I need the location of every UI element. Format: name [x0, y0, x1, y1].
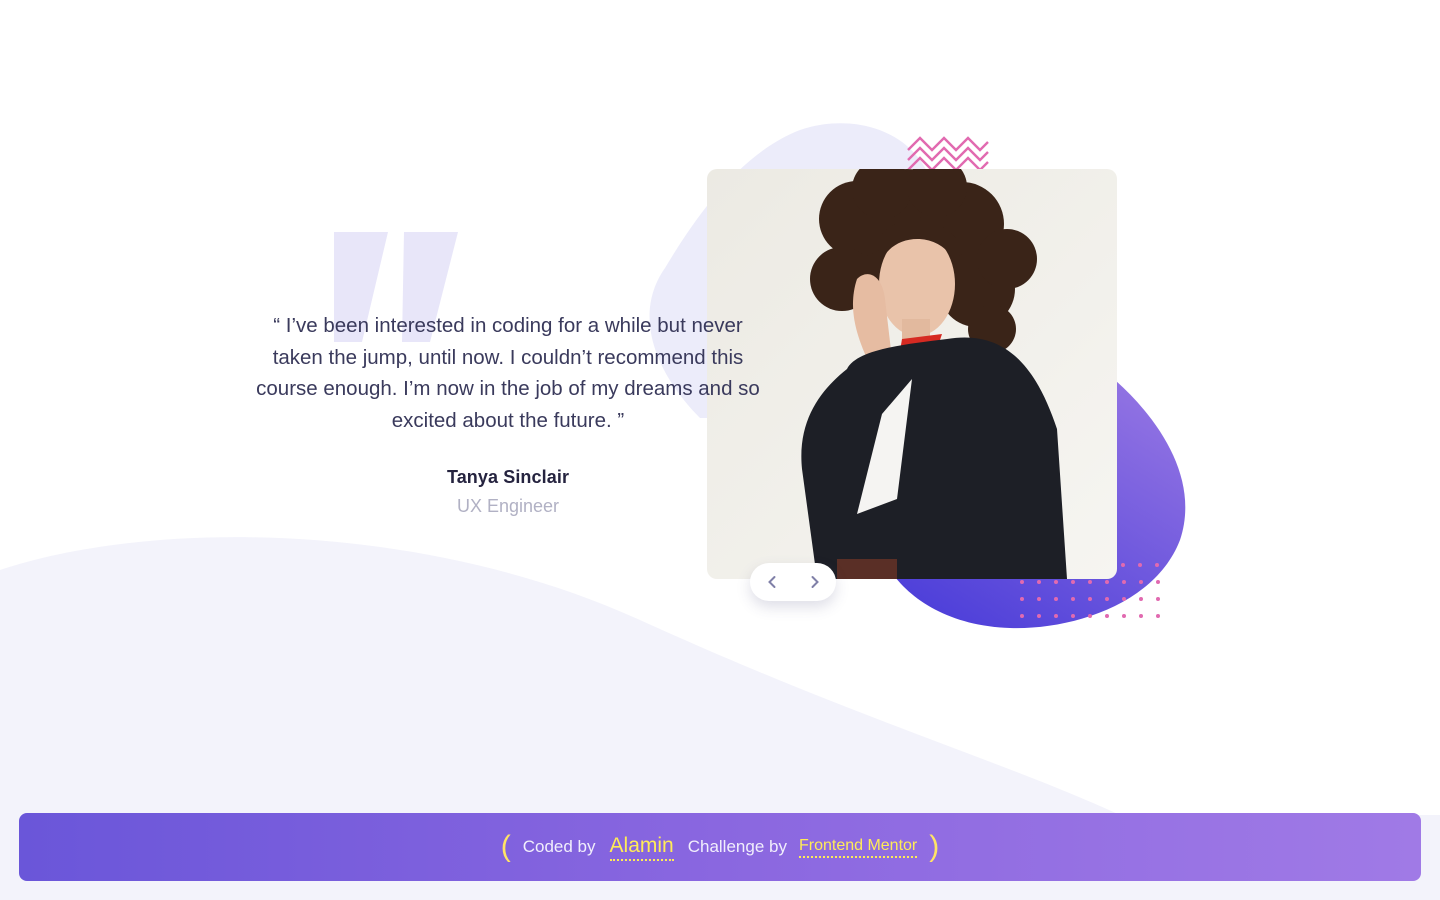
zigzag-pattern	[907, 136, 989, 170]
coded-by-label: Coded by	[522, 837, 596, 856]
slider-navigation	[750, 563, 836, 601]
footer-open-paren: (	[500, 830, 511, 863]
testimonial-quote: “ I’ve been interested in coding for a w…	[256, 314, 760, 433]
testimonial-content: “ I’ve been interested in coding for a w…	[250, 310, 766, 517]
author-name: Tanya Sinclair	[446, 466, 570, 487]
frontend-mentor-link[interactable]: Frontend Mentor	[798, 837, 918, 858]
next-button[interactable]	[793, 563, 836, 601]
portrait-image	[707, 169, 1117, 579]
chevron-left-icon	[767, 576, 775, 588]
footer-close-paren: )	[929, 830, 940, 863]
author-role: UX Engineer	[456, 495, 560, 516]
chevron-right-icon	[811, 576, 819, 588]
author-link[interactable]: Alamin	[609, 834, 674, 861]
previous-button[interactable]	[750, 563, 793, 601]
challenge-by-label: Challenge by	[687, 837, 787, 856]
attribution-footer: ( Coded by Alamin Challenge by Frontend …	[19, 813, 1421, 881]
testimonial-photo	[707, 169, 1117, 579]
testimonial-page: “ I’ve been interested in coding for a w…	[0, 0, 1440, 900]
